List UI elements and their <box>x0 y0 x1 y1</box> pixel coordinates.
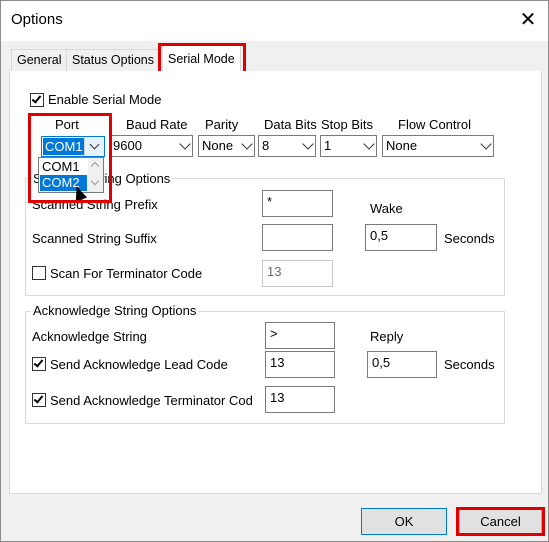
stop-bits-select[interactable]: 1 <box>320 135 377 157</box>
flow-control-header: Flow Control <box>398 117 471 132</box>
wake-label: Wake <box>370 201 403 216</box>
port-highlight-box <box>28 113 112 203</box>
wake-input[interactable]: 0,5 <box>365 224 437 251</box>
ack-string-value: > <box>270 326 278 341</box>
terminator-code-input[interactable]: 13 <box>262 260 333 287</box>
scan-terminator-checkbox[interactable] <box>32 266 46 280</box>
data-bits-header: Data Bits <box>264 117 317 132</box>
prefix-input[interactable]: * <box>262 190 333 217</box>
ack-string-input[interactable]: > <box>265 322 335 349</box>
ack-terminator-label: Send Acknowledge Terminator Cod <box>50 393 253 408</box>
ack-string-label: Acknowledge String <box>32 329 147 344</box>
flow-control-value: None <box>386 138 418 153</box>
scan-terminator-label: Scan For Terminator Code <box>50 266 203 281</box>
suffix-input[interactable] <box>262 224 333 251</box>
checkmark-icon <box>31 93 42 104</box>
flow-control-select[interactable]: None <box>382 135 494 157</box>
baud-rate-value: 9600 <box>113 138 142 153</box>
reply-input[interactable]: 0,5 <box>367 351 437 378</box>
ack-terminator-value: 13 <box>270 390 285 405</box>
baud-rate-select[interactable]: 9600 <box>109 135 193 157</box>
ok-button[interactable]: OK <box>361 508 447 535</box>
chevron-down-icon <box>179 138 191 150</box>
terminator-code-value: 13 <box>267 264 282 279</box>
ack-lead-checkbox[interactable] <box>32 357 46 371</box>
chevron-down-icon <box>363 138 375 150</box>
data-bits-select[interactable]: 8 <box>258 135 316 157</box>
ack-lead-input[interactable]: 13 <box>265 351 335 378</box>
ack-terminator-input[interactable]: 13 <box>265 386 335 413</box>
chevron-down-icon <box>302 138 314 150</box>
ack-lead-label: Send Acknowledge Lead Code <box>50 357 228 372</box>
stop-bits-header: Stop Bits <box>321 117 374 132</box>
chevron-down-icon <box>241 138 253 150</box>
stop-bits-value: 1 <box>324 138 332 153</box>
enable-serial-label: Enable Serial Mode <box>48 92 162 107</box>
enable-serial-checkbox[interactable] <box>30 93 44 107</box>
checkmark-icon <box>33 357 44 368</box>
reply-label: Reply <box>370 329 404 344</box>
baud-header: Baud Rate <box>126 117 188 132</box>
tab-highlight-box <box>158 43 246 74</box>
data-bits-value: 8 <box>262 138 270 153</box>
cancel-highlight-box <box>456 507 545 536</box>
close-icon[interactable]: ✕ <box>511 5 545 35</box>
parity-select[interactable]: None <box>198 135 255 157</box>
title-bar: Options ✕ <box>1 1 548 41</box>
wake-value: 0,5 <box>370 228 389 243</box>
chevron-down-icon <box>480 138 492 150</box>
parity-header: Parity <box>205 117 239 132</box>
ack-lead-value: 13 <box>270 355 285 370</box>
suffix-label: Scanned String Suffix <box>32 231 157 246</box>
checkmark-icon <box>33 393 44 404</box>
wake-unit-label: Seconds <box>444 231 495 246</box>
prefix-value: * <box>267 194 273 209</box>
parity-value: None <box>202 138 234 153</box>
ack-terminator-checkbox[interactable] <box>32 393 46 407</box>
tab-status-options[interactable]: Status Options <box>66 49 160 71</box>
tab-general[interactable]: General <box>11 49 68 71</box>
ack-group-title: Acknowledge String Options <box>31 303 199 318</box>
reply-value: 0,5 <box>372 355 391 370</box>
reply-unit-label: Seconds <box>444 357 495 372</box>
options-dialog: Options ✕ General Status Options Serial … <box>0 0 549 542</box>
window-title: Options <box>11 11 63 28</box>
